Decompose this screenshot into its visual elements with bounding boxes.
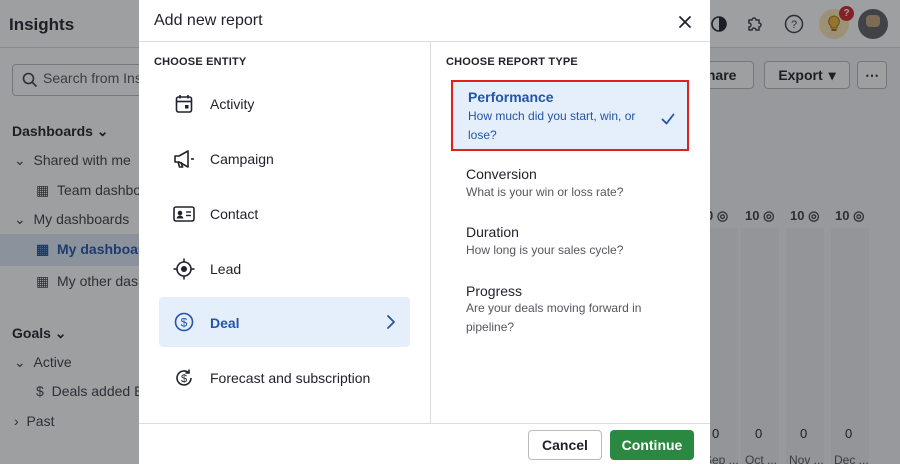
report-type-conversion[interactable]: Conversion What is your win or loss rate… bbox=[451, 158, 689, 208]
entity-lead[interactable]: Lead bbox=[159, 245, 410, 293]
modal-header: Add new report bbox=[139, 0, 710, 42]
entity-section-label: CHOOSE ENTITY bbox=[154, 56, 247, 68]
entity-label: Campaign bbox=[210, 151, 274, 167]
entity-label: Activity bbox=[210, 96, 255, 112]
calendar-icon bbox=[173, 93, 195, 115]
close-icon bbox=[679, 16, 691, 28]
column-divider bbox=[430, 42, 431, 423]
cancel-button[interactable]: Cancel bbox=[528, 430, 602, 460]
report-type-section-label: CHOOSE REPORT TYPE bbox=[446, 56, 578, 68]
svg-text:$: $ bbox=[181, 373, 187, 385]
report-type-duration[interactable]: Duration How long is your sales cycle? bbox=[451, 216, 689, 266]
report-type-title: Performance bbox=[468, 89, 554, 105]
chevron-right-icon bbox=[386, 314, 396, 335]
add-report-modal: Add new report CHOOSE ENTITY CHOOSE REPO… bbox=[139, 0, 710, 464]
report-type-description: How much did you start, win, or lose? bbox=[468, 109, 636, 142]
contact-card-icon bbox=[173, 203, 195, 225]
continue-button[interactable]: Continue bbox=[610, 430, 694, 460]
report-type-performance[interactable]: Performance How much did you start, win,… bbox=[451, 80, 689, 151]
modal-footer: Cancel Continue bbox=[139, 423, 710, 464]
entity-deal[interactable]: $ Deal bbox=[159, 297, 410, 347]
entity-label: Contact bbox=[210, 206, 259, 222]
report-type-progress[interactable]: Progress Are your deals moving forward i… bbox=[451, 275, 689, 341]
entity-contact[interactable]: Contact bbox=[159, 190, 410, 238]
svg-text:$: $ bbox=[181, 316, 188, 330]
report-type-description: Are your deals moving forward in pipelin… bbox=[466, 301, 642, 334]
dollar-circle-icon: $ bbox=[173, 311, 195, 333]
report-type-title: Duration bbox=[466, 224, 519, 240]
entity-forecast[interactable]: $ Forecast and subscription bbox=[159, 354, 410, 402]
entity-label: Forecast and subscription bbox=[210, 370, 371, 386]
entity-label: Deal bbox=[210, 315, 240, 331]
entity-campaign[interactable]: Campaign bbox=[159, 135, 410, 183]
report-type-title: Progress bbox=[466, 283, 523, 299]
checkmark-icon bbox=[661, 112, 675, 130]
modal-title: Add new report bbox=[154, 12, 263, 29]
report-type-description: What is your win or loss rate? bbox=[466, 185, 624, 199]
entity-label: Lead bbox=[210, 261, 242, 277]
report-type-description: How long is your sales cycle? bbox=[466, 243, 624, 257]
close-button[interactable] bbox=[674, 11, 696, 33]
target-icon bbox=[173, 258, 195, 280]
entity-activity[interactable]: Activity bbox=[159, 80, 410, 128]
megaphone-icon bbox=[173, 148, 195, 170]
report-type-title: Conversion bbox=[466, 166, 537, 182]
dollar-refresh-icon: $ bbox=[173, 367, 195, 389]
